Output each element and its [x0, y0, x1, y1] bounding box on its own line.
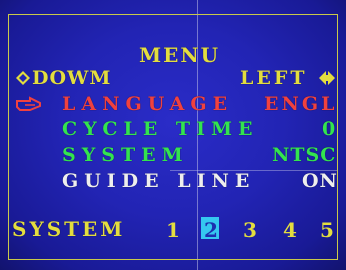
- menu-item-guide-line-value[interactable]: ON: [302, 171, 338, 191]
- nav-left-label: DOWM: [32, 67, 112, 89]
- system-option-1[interactable]: 1: [166, 218, 180, 242]
- system-option-4[interactable]: 4: [283, 218, 297, 242]
- system-option-2-selected[interactable]: 2: [201, 217, 219, 242]
- nav-right-label: LEFT: [240, 67, 308, 89]
- up-down-arrow-icon: [16, 71, 30, 85]
- menu-item-system-value[interactable]: NTSC: [272, 145, 336, 165]
- menu-item-cycle-time-value[interactable]: 0: [322, 119, 336, 139]
- menu-item-language-value[interactable]: ENGL: [264, 94, 337, 114]
- system-option-5[interactable]: 5: [320, 218, 334, 242]
- left-right-arrow-icon: [319, 71, 335, 85]
- menu-item-system-label[interactable]: SYSTEM: [62, 145, 189, 165]
- menu-item-guide-line-label[interactable]: GUIDE LINE: [62, 171, 255, 191]
- menu-item-cycle-time-label[interactable]: CYCLE TIME: [62, 119, 258, 139]
- menu-item-language-label[interactable]: LANGUAGE: [62, 94, 233, 114]
- pointing-hand-icon: [16, 96, 41, 111]
- menu-title: MENU: [139, 43, 221, 67]
- osd-screen: MENU DOWM LEFT LANGUAGE ENGL CYCLE TIME …: [0, 0, 346, 270]
- system-option-2[interactable]: 2: [204, 218, 218, 242]
- system-option-3[interactable]: 3: [243, 218, 257, 242]
- system-select-label: SYSTEM: [12, 217, 126, 241]
